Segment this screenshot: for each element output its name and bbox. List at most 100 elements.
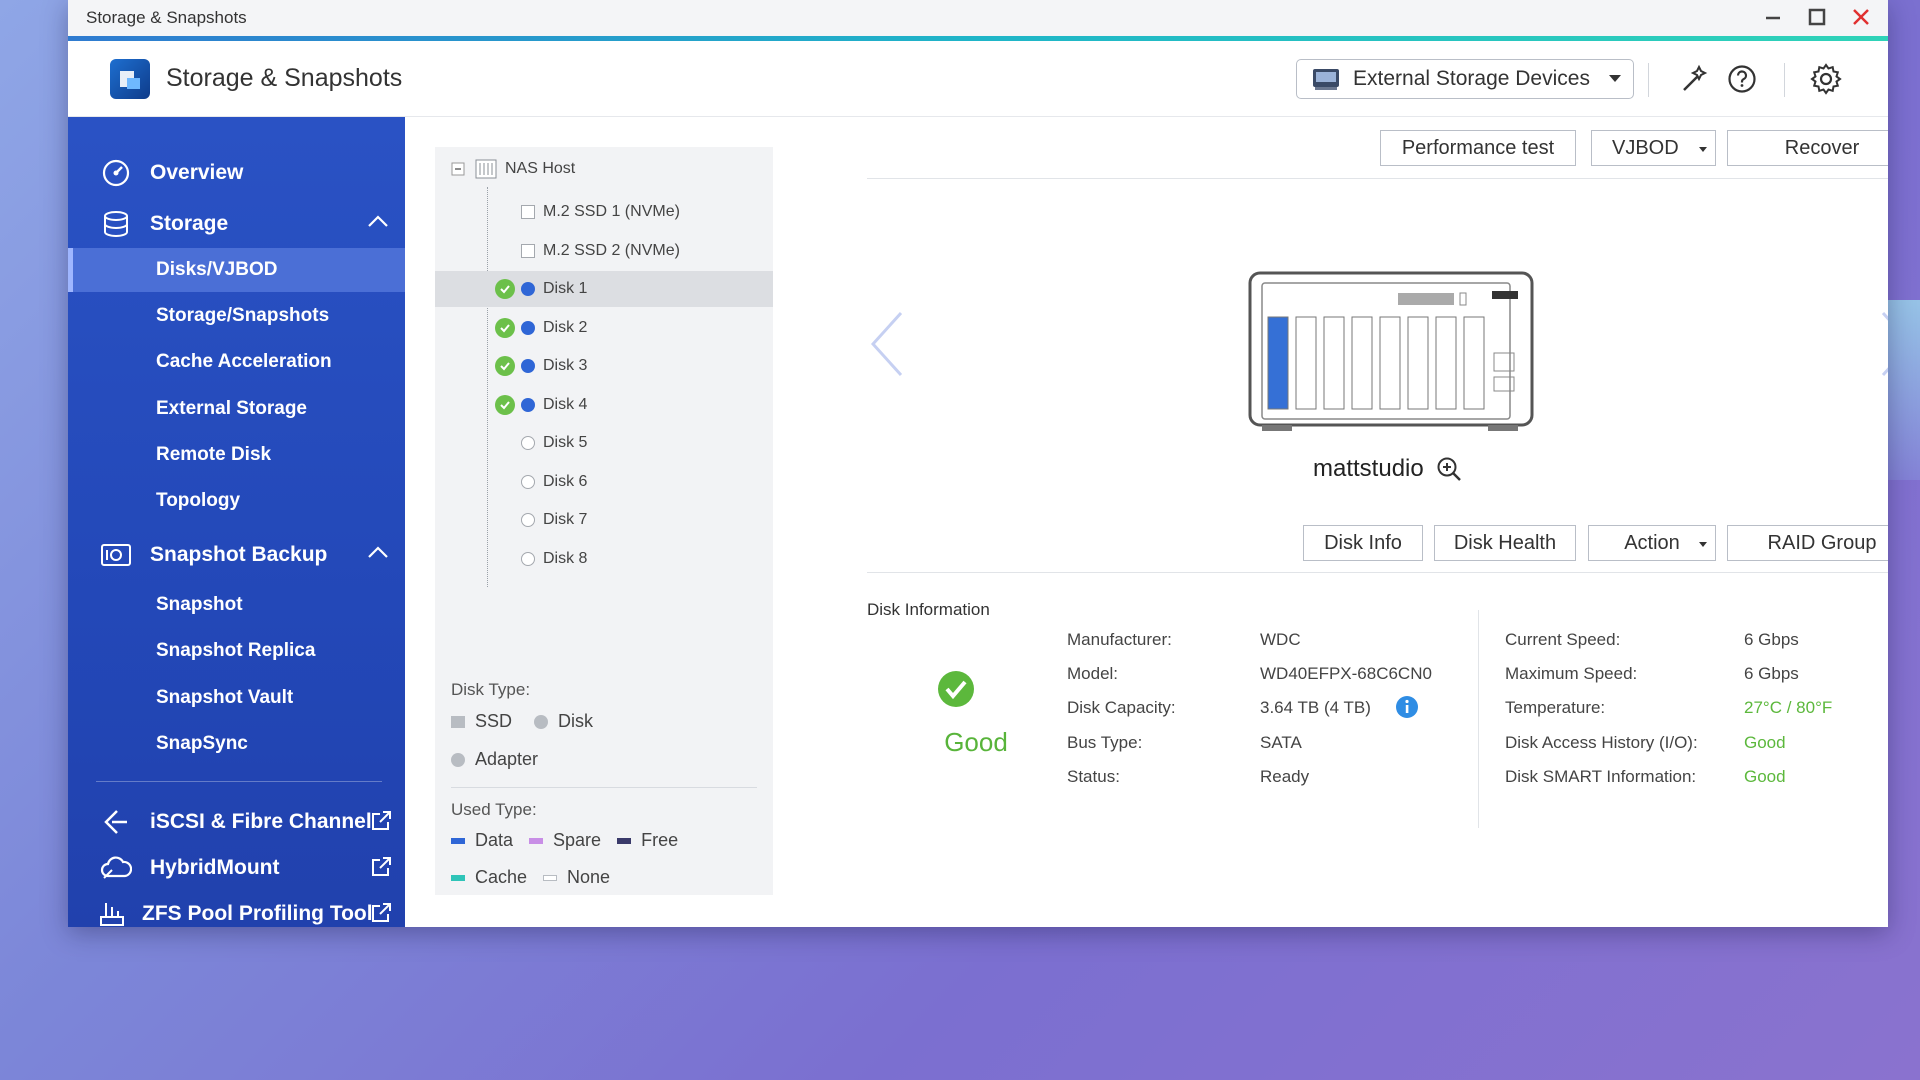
zoom-in-icon[interactable] (1436, 456, 1462, 482)
legend-none-label: None (567, 867, 611, 887)
sidebar-item-snapshot-vault[interactable]: Snapshot Vault (68, 676, 405, 720)
sidebar-item-label: Snapshot Backup (150, 543, 328, 566)
maximum-speed-value: 6 Gbps (1744, 664, 1799, 683)
adapter-swatch-icon (451, 752, 465, 767)
tree-item-label: Disk 1 (543, 280, 588, 297)
tree-item-disk-1[interactable]: Disk 1 (435, 271, 773, 307)
external-link-icon (372, 857, 391, 876)
sidebar-item-snapshot-backup[interactable]: Snapshot Backup (68, 533, 405, 577)
chevron-left-icon (870, 311, 903, 377)
tree-item-disk-3[interactable]: Disk 3 (435, 348, 773, 384)
sidebar-item-zfs-profiling[interactable]: ZFS Pool Profiling Tool (68, 892, 405, 927)
chevron-up-icon (368, 215, 388, 227)
tree-item-label: M.2 SSD 2 (NVMe) (543, 242, 680, 259)
action-dropdown[interactable]: Action (1588, 525, 1716, 561)
external-link-icon (372, 811, 391, 830)
legend-used-type-2: Cache None (451, 867, 610, 888)
external-link-icon (372, 903, 391, 922)
external-storage-dropdown[interactable]: External Storage Devices (1296, 59, 1634, 99)
tree-item-m2-ssd-1[interactable]: M.2 SSD 1 (NVMe) (435, 194, 773, 230)
sidebar-item-storage[interactable]: Storage (68, 202, 405, 246)
model-label: Model: (1067, 664, 1119, 683)
temperature-value: 27°C / 80°F (1744, 698, 1833, 717)
legend-disk-label: Disk (558, 711, 594, 731)
minimize-button[interactable] (1760, 4, 1786, 30)
legend-spare-label: Spare (553, 830, 602, 850)
sidebar-item-snapshot[interactable]: Snapshot (68, 583, 405, 627)
collapse-icon[interactable] (451, 162, 465, 176)
sidebar-item-external-storage[interactable]: External Storage (68, 387, 405, 431)
nas-name: mattstudio (1313, 455, 1462, 483)
status-label: Status: (1067, 767, 1120, 786)
performance-test-button[interactable]: Performance test (1380, 130, 1576, 166)
prev-arrow-button[interactable] (867, 309, 907, 384)
sidebar-item-snapsync[interactable]: SnapSync (68, 722, 405, 766)
maximize-button[interactable] (1804, 4, 1830, 30)
spare-swatch-icon (529, 837, 544, 844)
disk-health-button[interactable]: Disk Health (1434, 525, 1576, 561)
settings-button[interactable] (1808, 61, 1844, 97)
current-speed-value: 6 Gbps (1744, 630, 1799, 649)
tree-item-disk-8[interactable]: Disk 8 (435, 541, 773, 577)
maximize-icon (1808, 8, 1826, 26)
help-icon (1728, 65, 1756, 93)
sidebar: Overview Storage Disks/VJBOD Storage/Sna… (68, 117, 405, 927)
check-circle-icon (495, 318, 515, 338)
sidebar-item-storage-snapshots[interactable]: Storage/Snapshots (68, 294, 405, 338)
toolbar-divider (867, 178, 1888, 179)
disk-status-good: Good (944, 727, 1008, 757)
disk-smart-value[interactable]: Good (1744, 767, 1786, 787)
sidebar-item-iscsi[interactable]: iSCSI & Fibre Channel (68, 800, 405, 844)
empty-slot-icon (521, 552, 535, 566)
tree-item-m2-ssd-2[interactable]: M.2 SSD 2 (NVMe) (435, 233, 773, 269)
manufacturer-label: Manufacturer: (1067, 630, 1172, 649)
sidebar-item-label: Storage (150, 212, 229, 235)
disk-access-history-value[interactable]: Good (1744, 733, 1786, 753)
check-circle-icon (495, 356, 515, 376)
tree-item-label: Disk 7 (543, 511, 588, 528)
sidebar-item-snapshot-replica[interactable]: Snapshot Replica (68, 629, 405, 673)
chevron-down-icon (1699, 147, 1707, 152)
tree-item-disk-2[interactable]: Disk 2 (435, 310, 773, 346)
chevron-up-icon (368, 546, 388, 558)
info-icon[interactable] (1395, 695, 1419, 724)
wizard-button[interactable] (1676, 61, 1712, 97)
recover-dropdown[interactable]: Recover (1727, 130, 1888, 166)
window-controls (1760, 4, 1874, 30)
sidebar-item-label: iSCSI & Fibre Channel (150, 810, 372, 833)
tree-item-label: Disk 8 (543, 550, 588, 567)
data-disk-dot-icon (521, 282, 535, 296)
snapshot-backup-icon (100, 539, 132, 571)
tree-item-disk-7[interactable]: Disk 7 (435, 502, 773, 538)
close-icon (1853, 9, 1869, 25)
bus-type-value: SATA (1260, 733, 1302, 752)
tree-item-disk-5[interactable]: Disk 5 (435, 425, 773, 461)
good-check-icon (937, 670, 975, 713)
close-button[interactable] (1848, 4, 1874, 30)
main-content: NAS Host M.2 SSD 1 (NVMe) M.2 SSD 2 (NVM… (405, 117, 1888, 927)
disk-info-button[interactable]: Disk Info (1303, 525, 1423, 561)
header-divider (1648, 63, 1649, 97)
manufacturer-value: WDC (1260, 630, 1301, 649)
tree-root-nas-host[interactable]: NAS Host (451, 157, 575, 181)
tree-item-disk-6[interactable]: Disk 6 (435, 464, 773, 500)
vjbod-dropdown[interactable]: VJBOD (1591, 130, 1716, 166)
model-value: WD40EFPX-68C6CN0 (1260, 664, 1432, 683)
chevron-down-icon (1699, 542, 1707, 547)
sidebar-item-remote-disk[interactable]: Remote Disk (68, 433, 405, 477)
sidebar-item-cache-acceleration[interactable]: Cache Acceleration (68, 340, 405, 384)
sidebar-item-topology[interactable]: Topology (68, 479, 405, 523)
disk-info-label: Disk Info (1324, 531, 1402, 554)
next-arrow-button[interactable] (1877, 309, 1888, 384)
sidebar-item-hybridmount[interactable]: HybridMount (68, 846, 405, 890)
header-divider (1784, 63, 1785, 97)
sidebar-item-disks-vjbod[interactable]: Disks/VJBOD (68, 248, 405, 292)
tree-item-label: M.2 SSD 1 (NVMe) (543, 203, 680, 220)
raid-group-dropdown[interactable]: RAID Group (1727, 525, 1888, 561)
tree-item-disk-4[interactable]: Disk 4 (435, 387, 773, 423)
help-button[interactable] (1724, 61, 1760, 97)
sidebar-divider (96, 781, 382, 782)
legend-cache-label: Cache (475, 867, 528, 887)
none-swatch-icon (543, 874, 558, 881)
sidebar-item-overview[interactable]: Overview (68, 151, 405, 195)
